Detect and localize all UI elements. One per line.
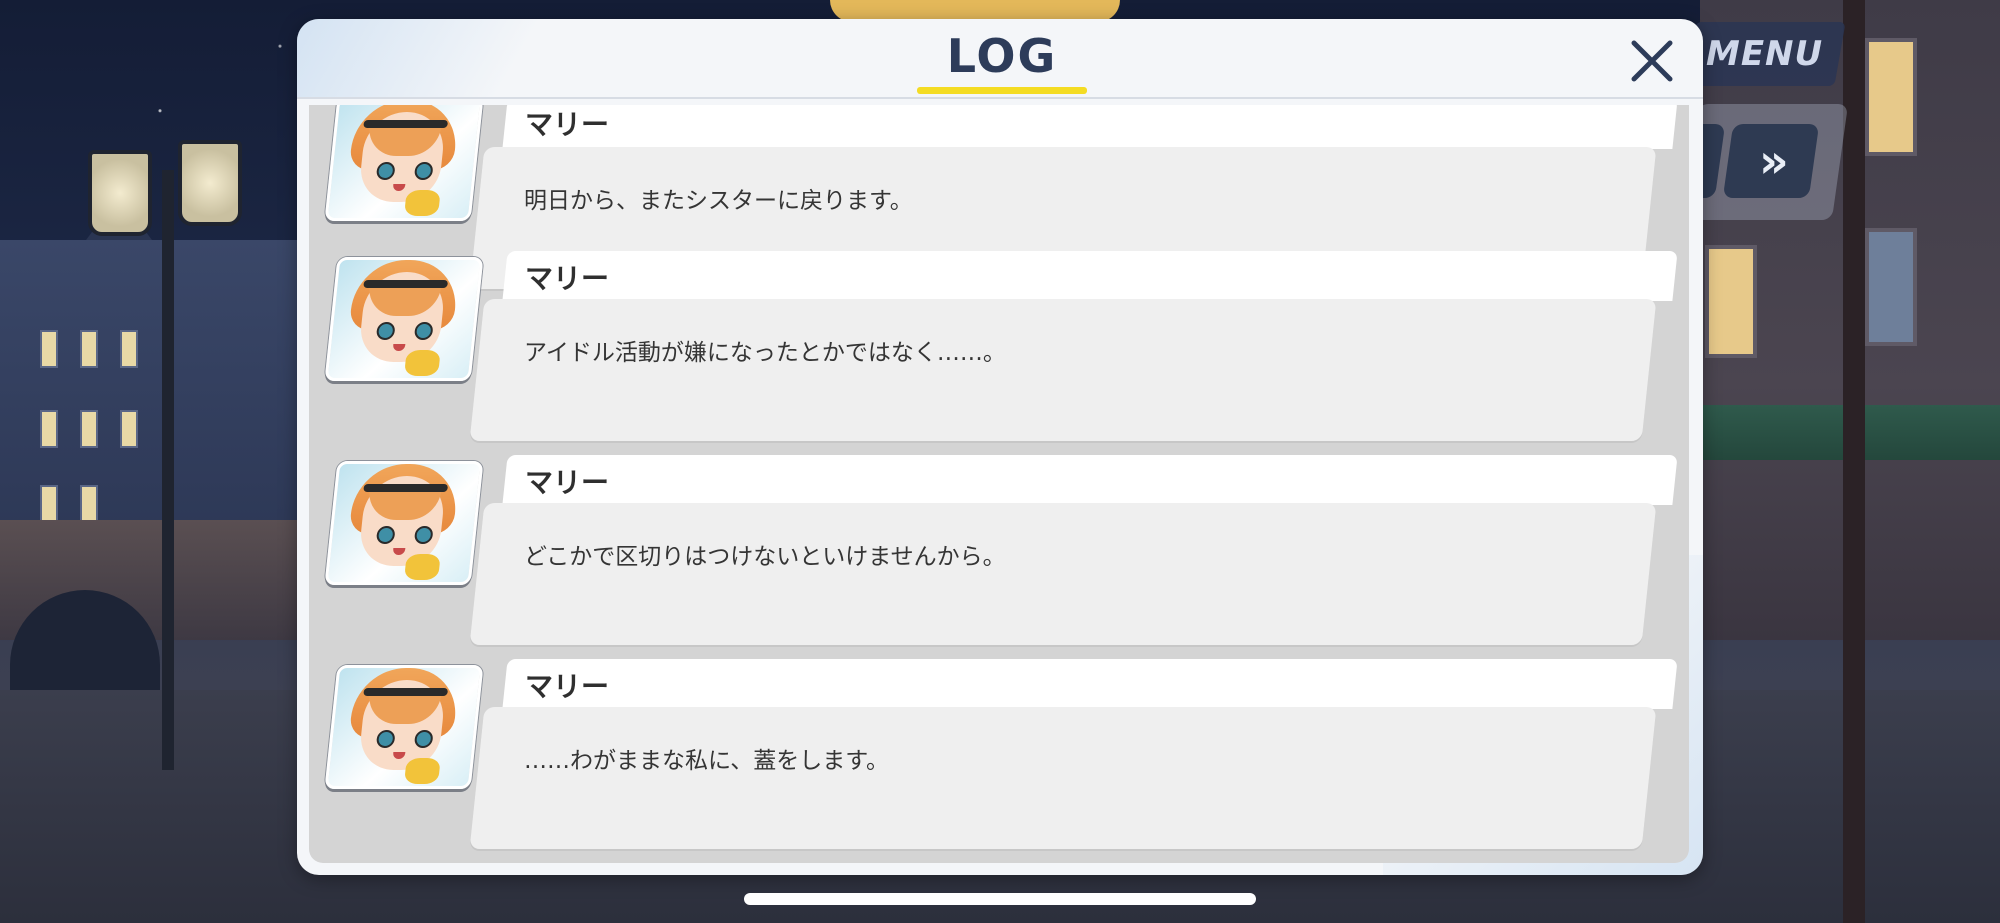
street-lamp-post: [162, 170, 174, 770]
portrait-bow: [404, 758, 441, 784]
dialogue-box: [469, 707, 1657, 849]
dialogue-text: 明日から、またシスターに戻ります。: [524, 188, 913, 214]
log-dialog: LOG マリー 明日から、またシスターに戻ります。 マリー アイドル活動が嫌にな…: [297, 19, 1703, 875]
log-entry: マリー ……わがままな私に、蓋をします。: [309, 659, 1689, 859]
window: [80, 485, 98, 523]
portrait-headband: [363, 484, 449, 492]
dialogue-text: アイドル活動が嫌になったとかではなく……。: [524, 340, 1006, 366]
speaker-name: マリー: [525, 108, 610, 141]
name-tab: [502, 659, 1678, 709]
home-indicator-bar[interactable]: [744, 893, 1256, 905]
double-chevron-right-icon: »: [1759, 134, 1783, 188]
window: [120, 410, 138, 448]
dialogue-box: [469, 503, 1657, 645]
dialogue-box: [469, 299, 1657, 441]
window: [1705, 245, 1757, 358]
speaker-portrait: [324, 461, 484, 585]
dialogue-text: ……わがままな私に、蓋をします。: [524, 748, 890, 774]
window: [1865, 228, 1917, 346]
window: [1865, 38, 1917, 156]
name-tab: [502, 105, 1678, 149]
log-entry: マリー アイドル活動が嫌になったとかではなく……。: [309, 251, 1689, 451]
portrait-bow: [404, 350, 441, 376]
log-header: LOG: [297, 19, 1703, 99]
foreground-lamp-post: [1843, 0, 1865, 923]
log-entry: マリー どこかで区切りはつけないといけませんから。: [309, 455, 1689, 655]
title-underline: [917, 87, 1087, 94]
portrait-bow: [404, 554, 441, 580]
speaker-name: マリー: [525, 262, 610, 295]
close-button[interactable]: [1622, 31, 1682, 91]
portrait-bow: [404, 190, 441, 216]
window: [80, 410, 98, 448]
log-list[interactable]: マリー 明日から、またシスターに戻ります。 マリー アイドル活動が嫌になったとか…: [309, 105, 1689, 863]
speaker-portrait: [324, 665, 484, 789]
menu-label: MENU: [1706, 34, 1824, 74]
speaker-portrait: [324, 257, 484, 381]
window: [80, 330, 98, 368]
street-lamp-light: [178, 140, 242, 226]
name-tab: [502, 251, 1678, 301]
menu-button[interactable]: MENU: [1684, 22, 1846, 86]
portrait-headband: [363, 280, 449, 288]
close-x-icon: [1631, 40, 1673, 82]
log-entry: マリー 明日から、またシスターに戻ります。: [309, 105, 1689, 289]
fast-forward-button[interactable]: »: [1722, 124, 1820, 198]
window: [40, 330, 58, 368]
speaker-name: マリー: [525, 670, 610, 703]
speaker-name: マリー: [525, 466, 610, 499]
name-tab: [502, 455, 1678, 505]
log-title: LOG: [946, 29, 1058, 83]
portrait-headband: [363, 120, 449, 128]
window: [40, 485, 58, 523]
left-building: [0, 240, 300, 540]
dialogue-text: どこかで区切りはつけないといけませんから。: [524, 544, 1006, 570]
window: [120, 330, 138, 368]
portrait-headband: [363, 688, 449, 696]
window: [40, 410, 58, 448]
street-lamp-light: [88, 150, 152, 236]
speaker-portrait: [324, 105, 484, 221]
